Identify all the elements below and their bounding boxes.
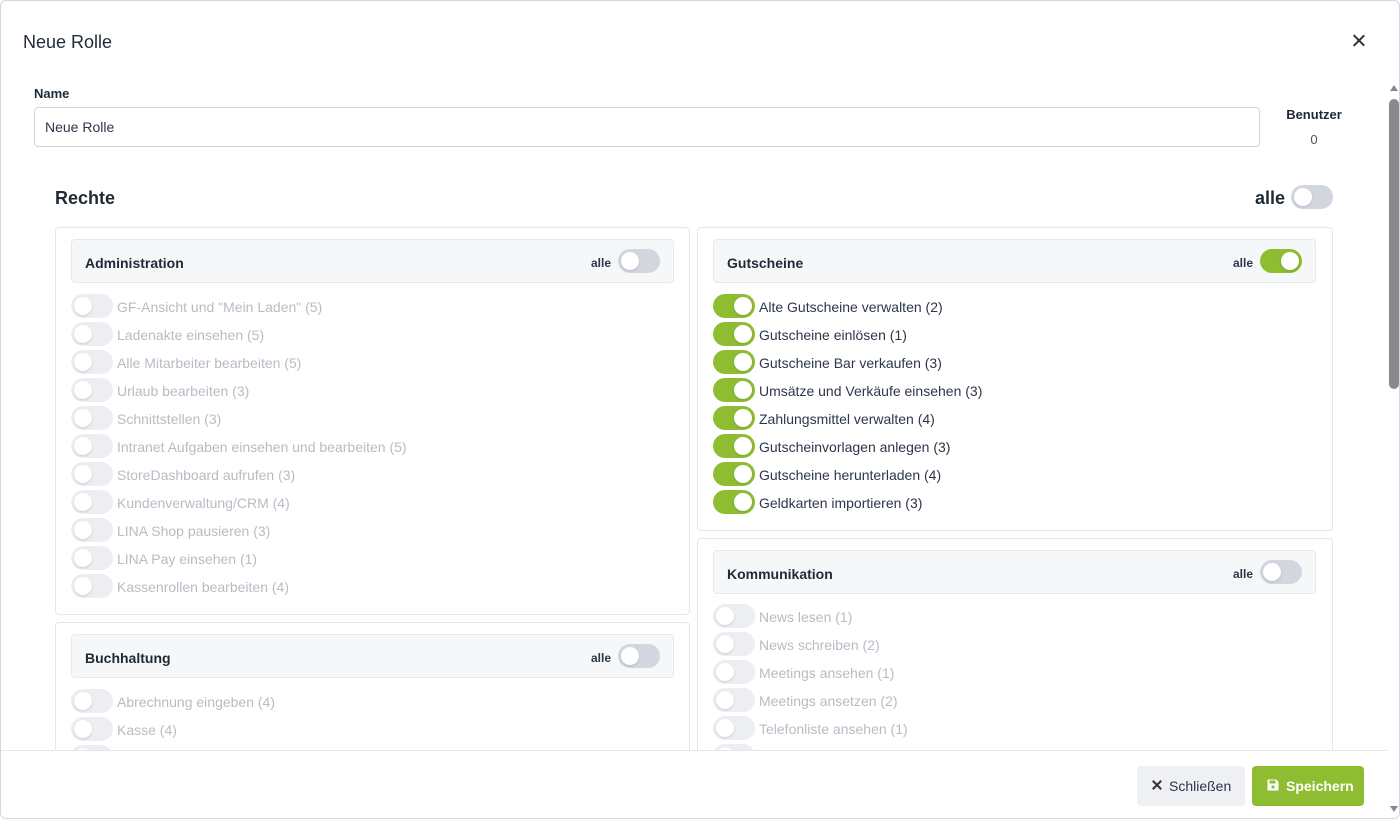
permission-label: Kassenrollen bearbeiten (4) xyxy=(117,579,289,595)
users-count: 0 xyxy=(1310,132,1318,147)
rights-title: Rechte xyxy=(55,188,116,208)
permission-toggle[interactable] xyxy=(713,434,755,458)
permission-toggle[interactable] xyxy=(71,434,113,458)
scrollbar-thumb[interactable] xyxy=(1389,99,1399,389)
permission-label: Schnittstellen (3) xyxy=(117,411,222,427)
permission-label: Alte Gutscheine verwalten (2) xyxy=(759,299,943,315)
group-all-toggle-buchhaltung[interactable] xyxy=(618,644,660,668)
modal-title: Neue Rolle xyxy=(23,32,113,52)
users-label: Benutzer xyxy=(1286,107,1342,122)
group-all-label: alle xyxy=(1233,567,1254,581)
permission-toggle[interactable] xyxy=(71,717,113,741)
modal-footer: Schließen Speichern xyxy=(1,750,1387,818)
permission-toggle[interactable] xyxy=(713,632,755,656)
permission-toggle[interactable] xyxy=(713,462,755,486)
scroll-down-arrow-icon[interactable] xyxy=(1390,806,1398,812)
permission-toggle[interactable] xyxy=(713,490,755,514)
group-header-kommunikation: Kommunikation alle xyxy=(713,550,1316,594)
permission-toggle[interactable] xyxy=(71,689,113,713)
permission-label: News lesen (1) xyxy=(759,609,853,625)
permission-label: Geldkarten importieren (3) xyxy=(759,495,923,511)
permission-label: Zahlungsmittel verwalten (4) xyxy=(759,411,935,427)
scroll-up-arrow-icon[interactable] xyxy=(1390,85,1398,91)
new-role-modal: Neue Rolle Name Benutzer 0 Rechte alle A… xyxy=(0,0,1400,819)
permission-label: Telefonliste ansehen (1) xyxy=(759,721,908,737)
permission-toggle[interactable] xyxy=(71,294,113,318)
rights-all-toggle[interactable] xyxy=(1291,185,1333,209)
group-all-label: alle xyxy=(591,256,612,270)
permission-label: LINA Pay einsehen (1) xyxy=(117,551,258,567)
permission-toggle[interactable] xyxy=(713,660,755,684)
modal-header: Neue Rolle xyxy=(1,1,1399,81)
permission-toggle[interactable] xyxy=(71,378,113,402)
group-card-administration: Administration alle GF-Ansicht und "Mein… xyxy=(55,227,690,615)
group-all-toggle-gutscheine[interactable] xyxy=(1260,249,1302,273)
group-header-administration: Administration alle xyxy=(71,239,674,283)
permission-label: Meetings ansehen (1) xyxy=(759,665,895,681)
group-header-gutscheine: Gutscheine alle xyxy=(713,239,1316,283)
close-button[interactable]: Schließen xyxy=(1137,766,1245,806)
permission-toggle[interactable] xyxy=(71,322,113,346)
permission-label: Umsätze und Verkäufe einsehen (3) xyxy=(759,383,983,399)
group-card-gutscheine: Gutscheine alle Alte Gutscheine verwalte… xyxy=(697,227,1333,531)
name-label: Name xyxy=(34,86,70,101)
group-all-label: alle xyxy=(591,651,612,665)
permission-label: Urlaub bearbeiten (3) xyxy=(117,383,250,399)
permission-toggle[interactable] xyxy=(713,378,755,402)
permission-toggle[interactable] xyxy=(713,322,755,346)
permission-toggle[interactable] xyxy=(71,350,113,374)
permission-label: Kundenverwaltung/CRM (4) xyxy=(117,495,290,511)
permission-label: Alle Mitarbeiter bearbeiten (5) xyxy=(117,355,302,371)
permission-label: Abrechnung eingeben (4) xyxy=(117,694,276,710)
group-title: Gutscheine xyxy=(727,255,804,271)
permission-label: Gutscheine herunterladen (4) xyxy=(759,467,942,483)
save-button-label: Speichern xyxy=(1286,778,1354,794)
permission-label: Meetings ansetzen (2) xyxy=(759,693,898,709)
group-all-label: alle xyxy=(1233,256,1254,270)
permission-label: GF-Ansicht und "Mein Laden" (5) xyxy=(117,299,323,315)
group-all-toggle-administration[interactable] xyxy=(618,249,660,273)
close-button-label: Schließen xyxy=(1169,778,1232,794)
permission-label: Gutscheinvorlagen anlegen (3) xyxy=(759,439,951,455)
permission-label: Gutscheine einlösen (1) xyxy=(759,327,907,343)
permission-toggle[interactable] xyxy=(713,294,755,318)
permission-toggle[interactable] xyxy=(713,406,755,430)
permission-toggle[interactable] xyxy=(713,604,755,628)
group-card-kommunikation: Kommunikation alle News lesen (1) News sc… xyxy=(697,538,1333,750)
role-name-input[interactable] xyxy=(34,107,1260,147)
permission-toggle[interactable] xyxy=(71,406,113,430)
permission-label: News schreiben (2) xyxy=(759,637,880,653)
permission-toggle[interactable] xyxy=(71,546,113,570)
permission-toggle[interactable] xyxy=(713,716,755,740)
group-title: Administration xyxy=(85,255,184,271)
group-title: Buchhaltung xyxy=(85,650,171,666)
modal-scrollbar[interactable] xyxy=(1387,81,1399,818)
permission-label: StoreDashboard aufrufen (3) xyxy=(117,467,296,483)
permission-toggle[interactable] xyxy=(713,688,755,712)
rights-all-label: alle xyxy=(1255,188,1286,208)
permission-label: Intranet Aufgaben einsehen und bearbeite… xyxy=(117,439,407,455)
permission-label: LINA Shop pausieren (3) xyxy=(117,523,271,539)
close-icon[interactable] xyxy=(1348,30,1370,52)
group-header-buchhaltung: Buchhaltung alle xyxy=(71,634,674,678)
permission-toggle[interactable] xyxy=(71,462,113,486)
close-icon xyxy=(1151,779,1163,791)
group-all-toggle-kommunikation[interactable] xyxy=(1260,560,1302,584)
permission-label: Gutscheine Bar verkaufen (3) xyxy=(759,355,942,371)
group-card-buchhaltung: Buchhaltung alle Abrechnung eingeben (4)… xyxy=(55,622,690,750)
group-title: Kommunikation xyxy=(727,566,833,582)
save-button[interactable]: Speichern xyxy=(1252,766,1364,806)
floppy-disk-icon xyxy=(1267,779,1279,791)
permission-toggle[interactable] xyxy=(713,350,755,374)
permission-label: Kasse (4) xyxy=(117,722,177,738)
permission-toggle[interactable] xyxy=(71,518,113,542)
permission-toggle[interactable] xyxy=(71,490,113,514)
permission-toggle[interactable] xyxy=(71,574,113,598)
permission-label: Ladenakte einsehen (5) xyxy=(117,327,265,343)
modal-body: Name Benutzer 0 Rechte alle Administrati… xyxy=(1,81,1387,750)
